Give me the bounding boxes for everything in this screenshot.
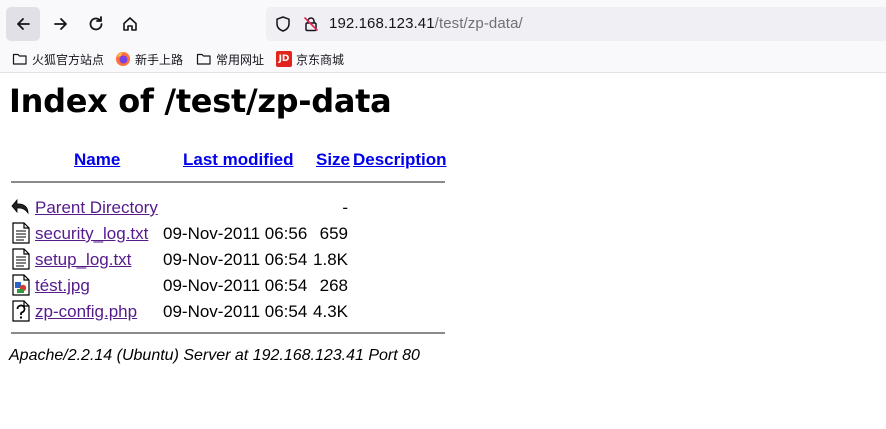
bookmark-label: 火狐官方站点 — [32, 52, 105, 67]
sort-by-size-link[interactable]: Size — [316, 150, 350, 169]
header-divider — [11, 181, 445, 183]
back-button[interactable] — [6, 7, 40, 41]
sort-by-name-link[interactable]: Name — [74, 150, 120, 169]
file-link[interactable]: tést.jpg — [35, 276, 90, 296]
page-title: Index of /test/zp-data — [9, 82, 392, 120]
url-host: 192.168.123.41 — [329, 15, 435, 32]
firefox-icon — [116, 52, 130, 66]
column-header-size[interactable]: Size — [316, 150, 350, 170]
browser-toolbar: 192.168.123.41/test/zp-data/ — [0, 0, 886, 46]
bookmark-common-sites[interactable]: 常用网址 — [196, 50, 264, 68]
bookmark-getting-started[interactable]: 新手上路 — [115, 50, 183, 68]
home-button[interactable] — [113, 7, 147, 41]
size-cell: - — [342, 198, 348, 217]
text-file-icon — [12, 248, 30, 270]
jd-icon: JD — [276, 51, 292, 67]
server-signature: Apache/2.2.14 (Ubuntu) Server at 192.168… — [9, 347, 420, 364]
sort-by-description-link[interactable]: Description — [353, 150, 447, 169]
bookmark-label: 新手上路 — [135, 52, 184, 67]
insecure-lock-icon[interactable] — [302, 15, 320, 33]
size-cell: 268 — [319, 276, 348, 295]
last-modified-cell: 09-Nov-2011 06:54 — [163, 250, 308, 269]
bookmark-jd-mall[interactable]: JD 京东商城 — [276, 50, 344, 68]
column-header-name[interactable]: Name — [74, 150, 120, 170]
image-file-icon — [12, 274, 30, 296]
bookmark-firefox-official[interactable]: 火狐官方站点 — [12, 50, 104, 68]
shield-icon[interactable] — [274, 15, 292, 33]
back-arrow-icon — [11, 198, 29, 215]
home-icon — [123, 17, 137, 31]
size-cell: 1.8K — [313, 250, 348, 269]
table-row: zp-config.php 09-Nov-2011 06:54 4.3K — [0, 300, 500, 324]
reload-button[interactable] — [79, 7, 113, 41]
column-header-description[interactable]: Description — [353, 150, 447, 170]
url-path: /test/zp-data/ — [434, 15, 523, 32]
back-arrow-icon — [17, 18, 30, 30]
size-cell: 4.3K — [313, 302, 348, 321]
file-link[interactable]: zp-config.php — [35, 302, 137, 322]
table-row: Parent Directory - — [0, 196, 500, 220]
sort-by-date-link[interactable]: Last modified — [183, 150, 294, 169]
size-cell: 659 — [319, 224, 348, 243]
parent-directory-link[interactable]: Parent Directory — [35, 198, 158, 218]
reload-icon — [89, 16, 103, 31]
table-row: security_log.txt 09-Nov-2011 06:56 659 — [0, 222, 500, 246]
folder-icon — [12, 53, 27, 65]
file-link[interactable]: security_log.txt — [35, 224, 148, 244]
bookmarks-toolbar: 火狐官方站点 新手上路 常用网址 JD 京东商城 — [0, 46, 886, 73]
text-file-icon — [12, 222, 30, 244]
forward-arrow-icon — [54, 18, 67, 30]
url-text[interactable]: 192.168.123.41/test/zp-data/ — [329, 15, 523, 32]
last-modified-cell: 09-Nov-2011 06:56 — [163, 224, 308, 243]
column-header-last-modified[interactable]: Last modified — [183, 150, 294, 170]
last-modified-cell: 09-Nov-2011 06:54 — [163, 302, 308, 321]
bookmark-label: 京东商城 — [296, 52, 345, 67]
unknown-file-icon — [12, 300, 30, 322]
bookmark-label: 常用网址 — [216, 52, 265, 67]
folder-icon — [196, 53, 211, 65]
footer-divider — [11, 332, 445, 334]
forward-button[interactable] — [44, 7, 78, 41]
last-modified-cell: 09-Nov-2011 06:54 — [163, 276, 308, 295]
table-row: tést.jpg 09-Nov-2011 06:54 268 — [0, 274, 500, 298]
table-row: setup_log.txt 09-Nov-2011 06:54 1.8K — [0, 248, 500, 272]
address-bar[interactable]: 192.168.123.41/test/zp-data/ — [266, 7, 886, 41]
file-link[interactable]: setup_log.txt — [35, 250, 131, 270]
